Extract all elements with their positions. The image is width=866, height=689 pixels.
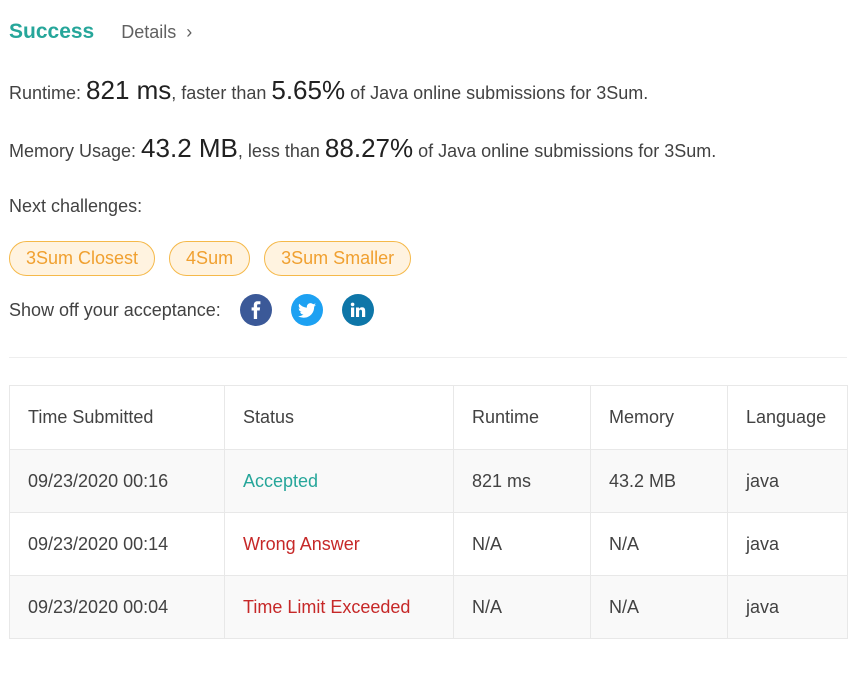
cell-language: java (727, 575, 848, 639)
challenge-chip-3sum-closest[interactable]: 3Sum Closest (9, 241, 156, 276)
runtime-prefix: Runtime: (9, 83, 87, 103)
table-header-row: Time Submitted Status Runtime Memory Lan… (9, 385, 848, 450)
details-label: Details (121, 22, 177, 42)
cell-runtime: N/A (453, 575, 591, 639)
table-row: 09/23/2020 00:14 Wrong Answer N/A N/A ja… (9, 512, 848, 576)
cell-status: Accepted (224, 449, 454, 513)
status-link[interactable]: Accepted (243, 471, 318, 491)
header-language[interactable]: Language (727, 385, 848, 450)
status-link[interactable]: Wrong Answer (243, 534, 360, 554)
header-runtime[interactable]: Runtime (453, 385, 591, 450)
submissions-table: Time Submitted Status Runtime Memory Lan… (9, 385, 848, 639)
table-row: 09/23/2020 00:16 Accepted 821 ms 43.2 MB… (9, 449, 848, 513)
result-header: Success Details › (9, 20, 192, 44)
next-challenges: 3Sum Closest 4Sum 3Sum Smaller (9, 241, 412, 276)
share-row: Show off your acceptance: (9, 294, 374, 326)
memory-percent: 88.27% (324, 133, 414, 163)
table-row: 09/23/2020 00:04 Time Limit Exceeded N/A… (9, 575, 848, 639)
memory-prefix: Memory Usage: (9, 141, 142, 161)
challenge-chip-3sum-smaller[interactable]: 3Sum Smaller (264, 241, 412, 276)
runtime-value: 821 ms (86, 75, 172, 105)
cell-language: java (727, 512, 848, 576)
runtime-percent: 5.65% (271, 75, 346, 105)
runtime-suffix: of Java online submissions for 3Sum. (345, 83, 649, 103)
details-link[interactable]: Details › (121, 22, 192, 43)
result-status: Success (9, 20, 95, 43)
memory-summary: Memory Usage: 43.2 MB, less than 88.27% … (9, 133, 716, 164)
cell-memory: N/A (590, 575, 728, 639)
cell-language: java (727, 449, 848, 513)
cell-time: 09/23/2020 00:14 (9, 512, 225, 576)
section-divider (9, 357, 847, 358)
status-link[interactable]: Time Limit Exceeded (243, 597, 410, 617)
cell-time: 09/23/2020 00:04 (9, 575, 225, 639)
header-memory[interactable]: Memory (590, 385, 728, 450)
cell-memory: 43.2 MB (590, 449, 728, 513)
linkedin-icon[interactable] (341, 294, 374, 326)
memory-value: 43.2 MB (141, 133, 238, 163)
cell-memory: N/A (590, 512, 728, 576)
facebook-icon[interactable] (239, 294, 272, 326)
memory-mid: , less than (237, 141, 325, 161)
challenge-chip-4sum[interactable]: 4Sum (169, 241, 251, 276)
runtime-summary: Runtime: 821 ms, faster than 5.65% of Ja… (9, 75, 648, 106)
header-status[interactable]: Status (224, 385, 454, 450)
cell-status: Time Limit Exceeded (224, 575, 454, 639)
header-time-submitted[interactable]: Time Submitted (9, 385, 225, 450)
twitter-icon[interactable] (290, 294, 323, 326)
memory-suffix: of Java online submissions for 3Sum. (413, 141, 717, 161)
submission-result-page: Success Details › Runtime: 821 ms, faste… (0, 0, 866, 689)
share-label: Show off your acceptance: (9, 299, 221, 320)
chevron-right-icon: › (186, 22, 193, 42)
runtime-mid: , faster than (171, 83, 272, 103)
next-challenges-label: Next challenges: (9, 196, 143, 216)
cell-runtime: N/A (453, 512, 591, 576)
cell-time: 09/23/2020 00:16 (9, 449, 225, 513)
cell-status: Wrong Answer (224, 512, 454, 576)
cell-runtime: 821 ms (453, 449, 591, 513)
